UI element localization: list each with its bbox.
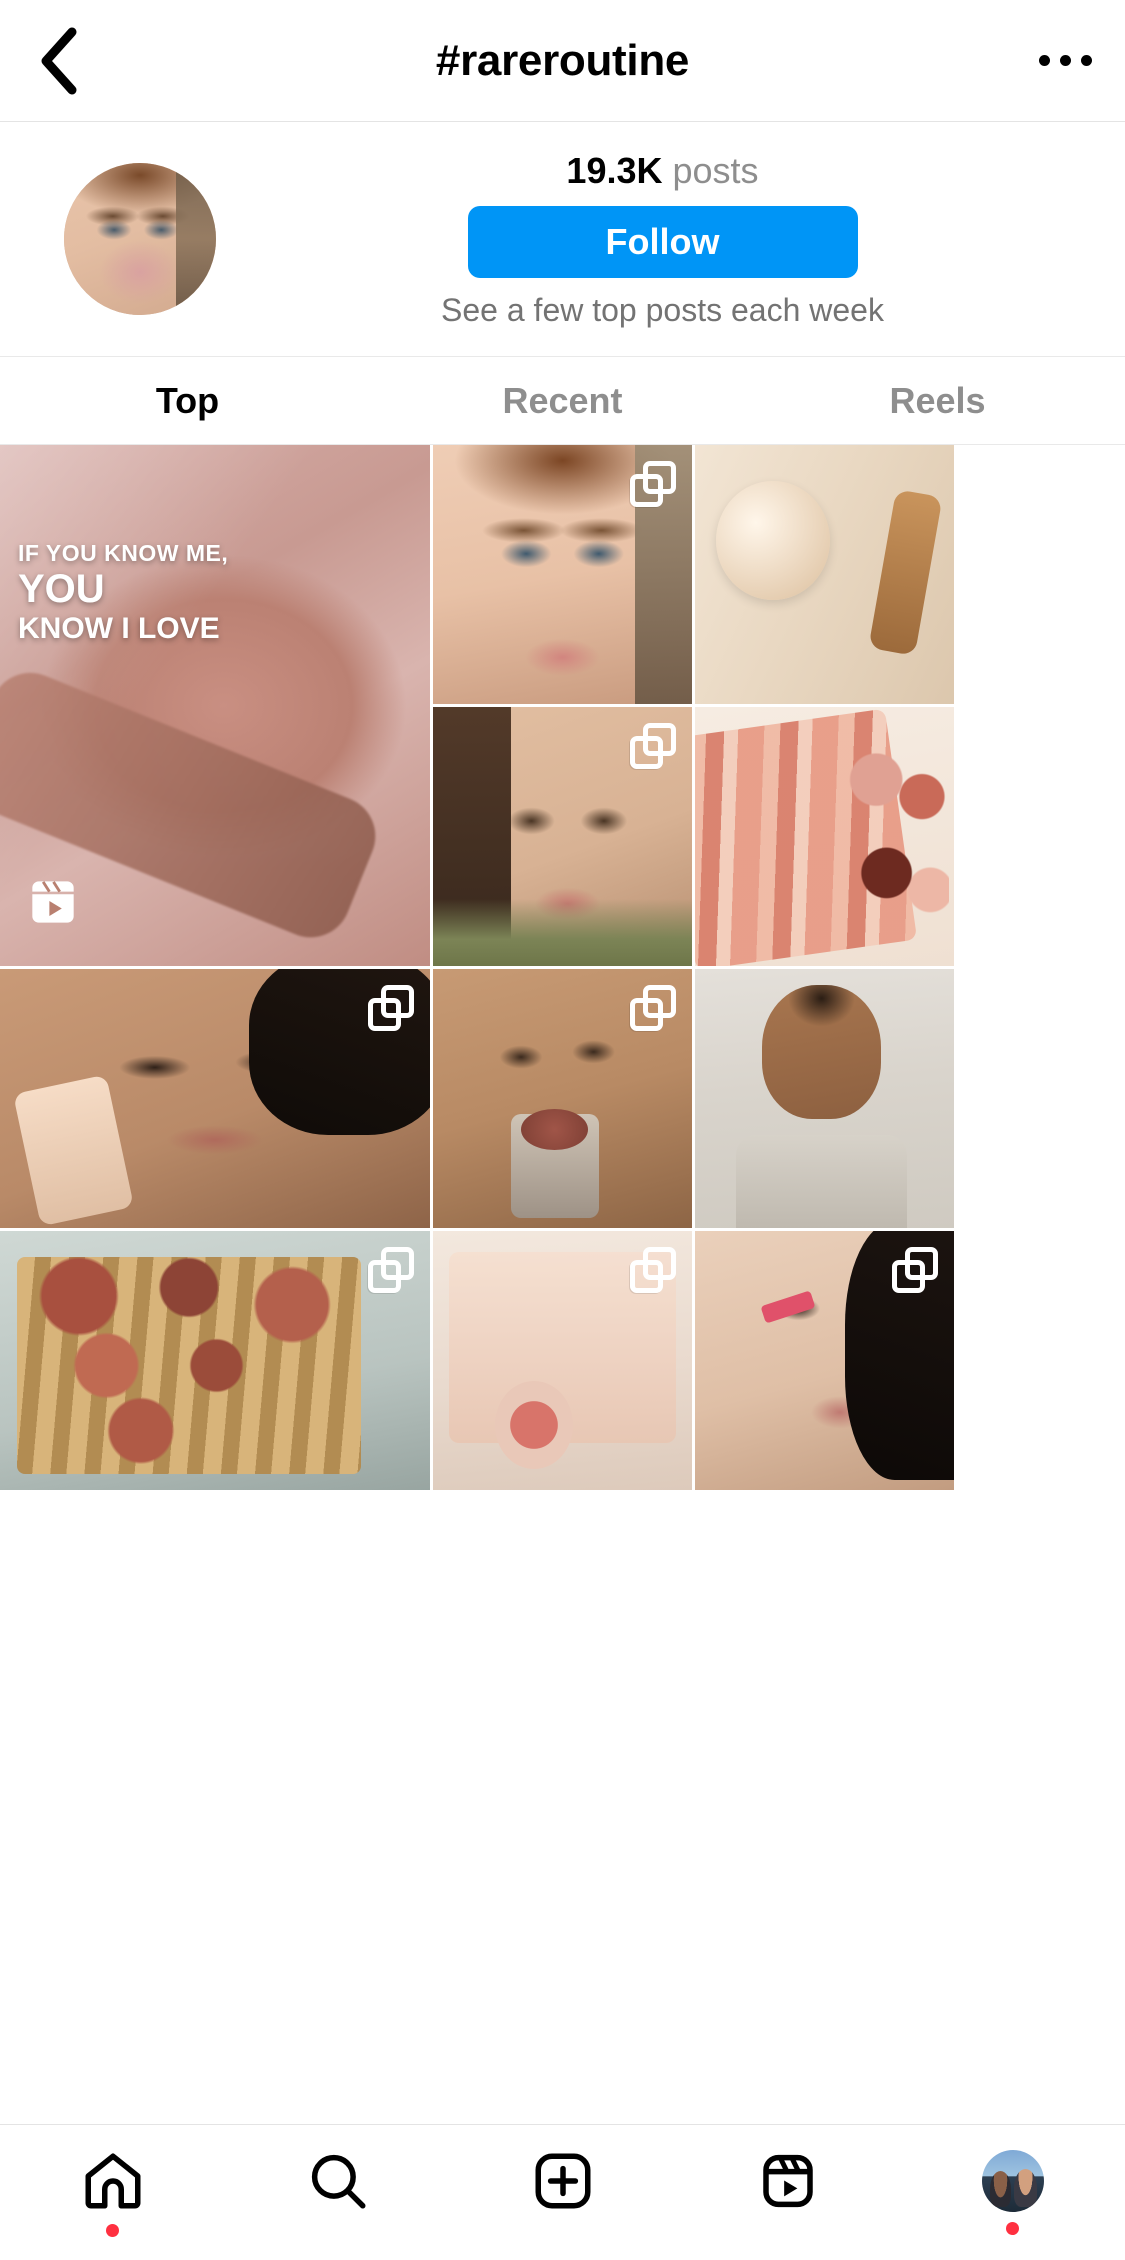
carousel-front-square xyxy=(368,998,401,1031)
more-options-icon xyxy=(1038,55,1092,66)
post-blush-application[interactable] xyxy=(433,969,692,1228)
page-title: #rareroutine xyxy=(435,35,690,85)
carousel-front-square xyxy=(630,474,663,507)
bottom-navigation xyxy=(0,2124,1125,2260)
post-count: 19.3K posts xyxy=(566,150,758,192)
back-button[interactable] xyxy=(0,26,120,96)
carousel-front-square xyxy=(892,1260,925,1293)
post-count-value: 19.3K xyxy=(566,149,663,191)
hashtag-info-section: 19.3K posts Follow See a few top posts e… xyxy=(0,122,1125,357)
post-selena-concealer[interactable] xyxy=(0,969,430,1228)
chevron-left-icon xyxy=(41,27,77,94)
tab-recent[interactable]: Recent xyxy=(375,380,750,422)
carousel-icon xyxy=(368,985,414,1031)
carousel-front-square xyxy=(630,736,663,769)
nav-reels[interactable] xyxy=(675,2125,900,2260)
nav-profile[interactable] xyxy=(900,2125,1125,2260)
more-options-button[interactable] xyxy=(1005,55,1125,66)
carousel-icon xyxy=(630,985,676,1031)
carousel-icon xyxy=(630,723,676,769)
post-featured-reel[interactable]: IF YOU KNOW ME, YOU KNOW I LOVE xyxy=(0,445,430,966)
tab-top[interactable]: Top xyxy=(0,380,375,422)
hashtag-avatar[interactable] xyxy=(64,163,216,315)
post-thumbnail xyxy=(695,969,954,1228)
post-thumbnail xyxy=(695,445,954,704)
carousel-icon xyxy=(630,461,676,507)
hashtag-details: 19.3K posts Follow See a few top posts e… xyxy=(240,150,1085,329)
app-header: #rareroutine xyxy=(0,0,1125,122)
reels-icon xyxy=(22,871,84,938)
follow-button[interactable]: Follow xyxy=(467,205,858,278)
content-tabs: Top Recent Reels xyxy=(0,357,1125,445)
reel-text-line-3: KNOW I LOVE xyxy=(18,611,220,645)
post-mirror-selfie-grey-top[interactable] xyxy=(695,969,954,1228)
post-product-flatlay[interactable] xyxy=(433,1231,692,1490)
avatar-container xyxy=(40,163,240,315)
post-pink-liner-closeup[interactable] xyxy=(695,1231,954,1490)
profile-avatar xyxy=(981,2150,1044,2212)
post-grid: IF YOU KNOW ME, YOU KNOW I LOVE xyxy=(0,445,1125,2124)
reels-icon xyxy=(762,2154,813,2208)
carousel-front-square xyxy=(368,1260,401,1293)
reel-text-line-1: IF YOU KNOW ME, xyxy=(18,540,229,566)
search-icon xyxy=(311,2154,365,2209)
reel-overlay-text: IF YOU KNOW ME, YOU KNOW I LOVE xyxy=(18,540,229,645)
post-lipstick-collection[interactable] xyxy=(0,1231,430,1490)
plus-square-icon xyxy=(535,2153,590,2209)
home-notification-dot xyxy=(106,2224,119,2237)
avatar-background xyxy=(176,163,216,315)
carousel-front-square xyxy=(630,1260,663,1293)
reel-text-line-2: YOU xyxy=(18,566,105,611)
post-selfie-brunette[interactable] xyxy=(433,707,692,966)
follow-note: See a few top posts each week xyxy=(441,291,884,328)
post-face-freckles[interactable] xyxy=(433,445,692,704)
post-rare-beauty-products[interactable] xyxy=(695,445,954,704)
tab-reels[interactable]: Reels xyxy=(750,380,1125,422)
nav-search[interactable] xyxy=(225,2125,450,2260)
reels-glyph xyxy=(32,881,74,923)
nav-home[interactable] xyxy=(0,2125,225,2260)
profile-notification-dot xyxy=(1006,2222,1019,2235)
post-thumbnail xyxy=(695,707,954,966)
nav-create[interactable] xyxy=(450,2125,675,2260)
carousel-icon xyxy=(892,1247,938,1293)
carousel-icon xyxy=(368,1247,414,1293)
instagram-hashtag-page: #rareroutine 19.3K posts Follow See a fe… xyxy=(0,0,1125,2260)
carousel-front-square xyxy=(630,998,663,1031)
post-count-label: posts xyxy=(672,149,759,191)
carousel-icon xyxy=(630,1247,676,1293)
post-lip-glosses-row[interactable] xyxy=(695,707,954,966)
home-icon xyxy=(85,2153,140,2209)
post-thumbnail xyxy=(0,969,430,1228)
post-thumbnail xyxy=(0,1231,430,1490)
